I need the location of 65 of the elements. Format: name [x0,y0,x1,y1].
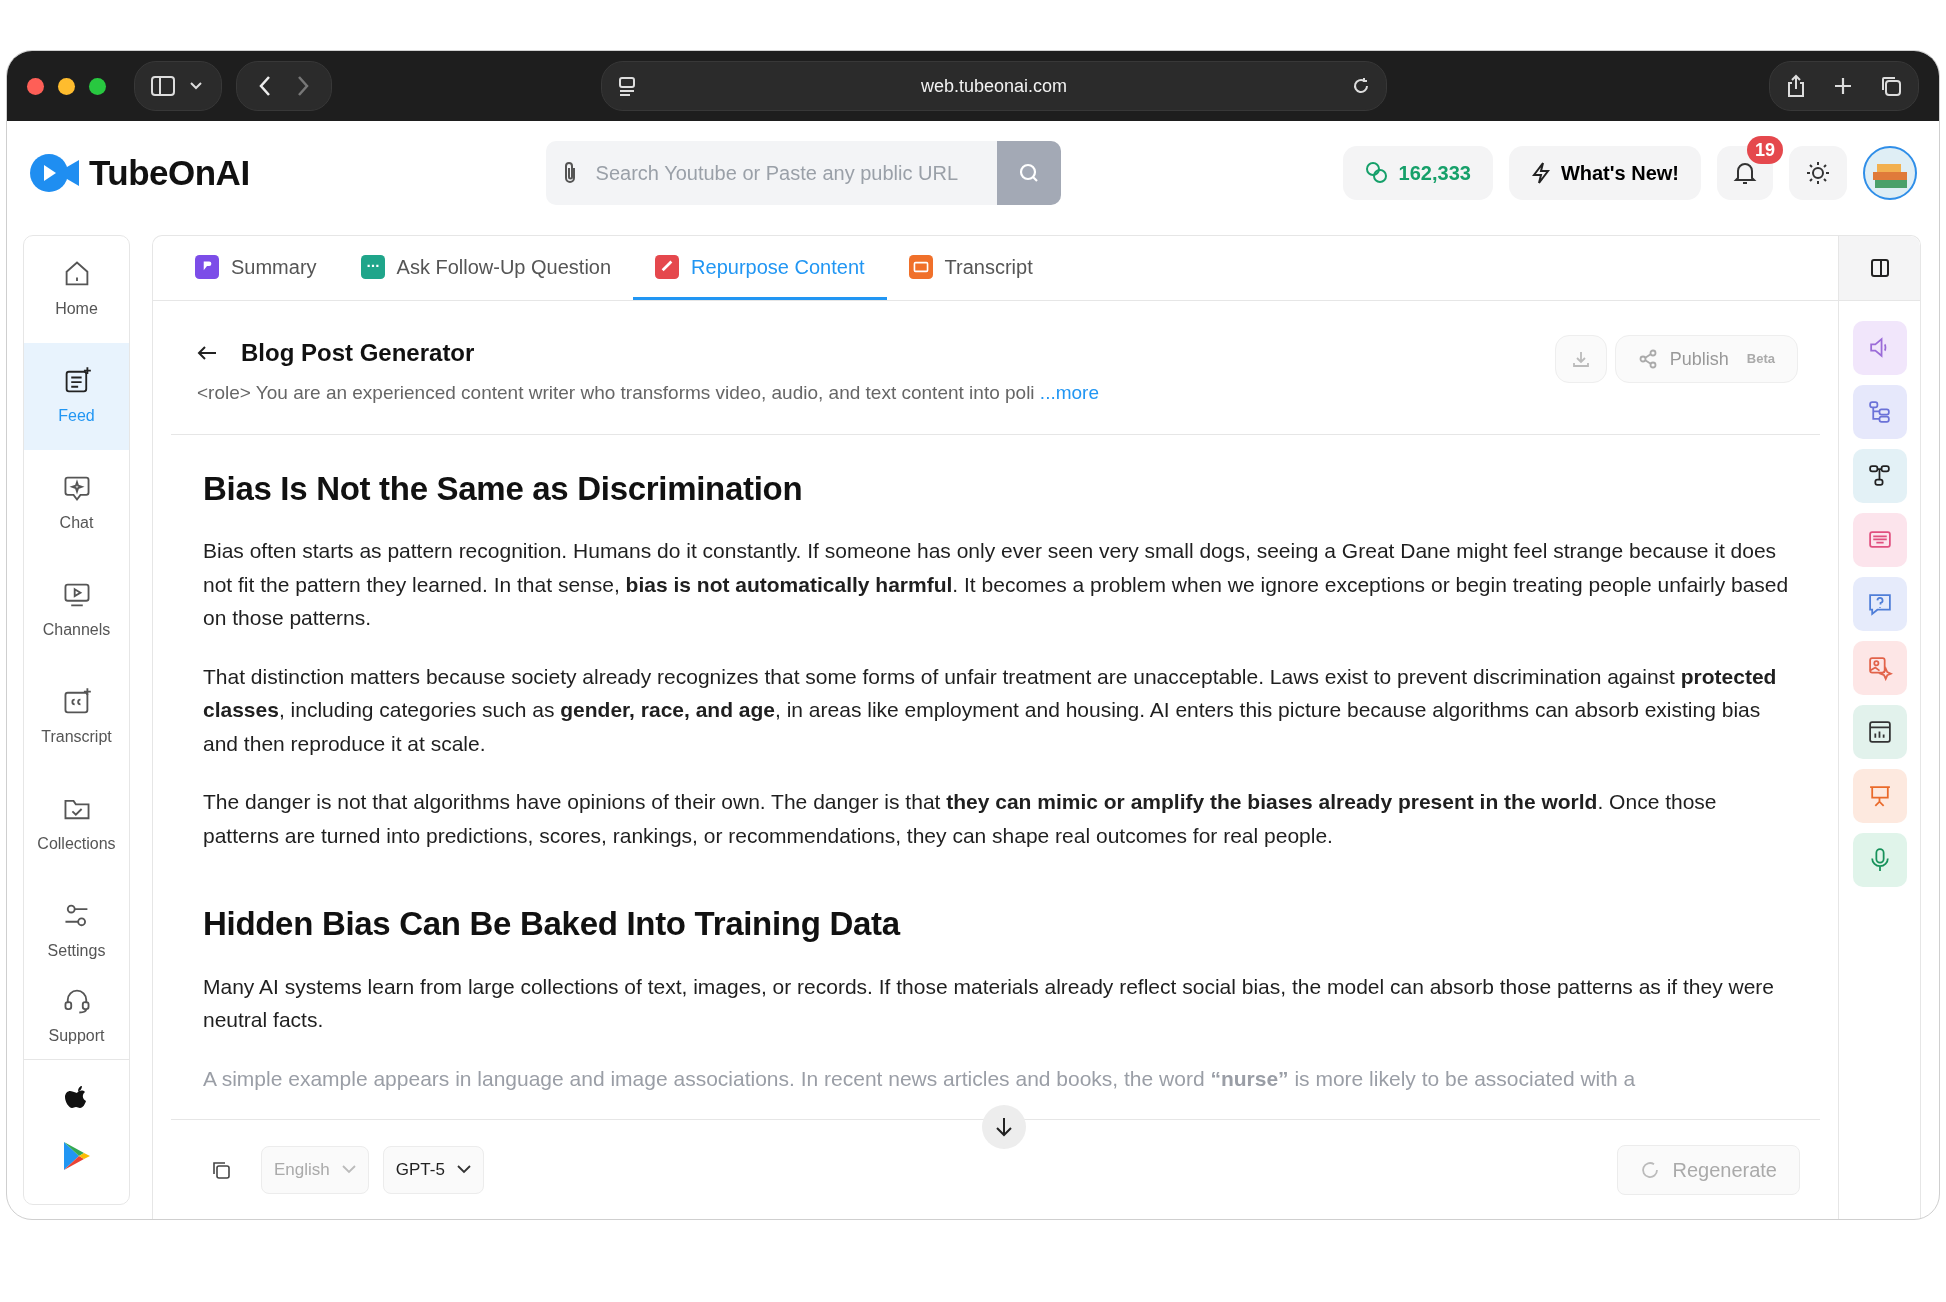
back-arrow-icon[interactable] [197,345,217,361]
chevron-down-icon [341,1165,356,1174]
sidebar-item[interactable]: Home [24,236,129,343]
chevron-down-icon[interactable] [189,81,203,91]
url-text[interactable]: web.tubeonai.com [920,72,1068,100]
refresh-icon [1640,1159,1661,1180]
whats-new-button[interactable]: What's New! [1508,146,1701,200]
search-bar[interactable]: Search Youtube or Paste any public URL [545,141,1061,205]
maximize-window-icon[interactable] [89,77,106,95]
tab[interactable]: Transcript [886,236,1055,300]
sidebar-item[interactable]: Settings [24,878,129,985]
panel-toggle-button[interactable] [1839,236,1920,301]
tool-button[interactable] [1852,705,1907,759]
panel-toggle-icon [1869,258,1890,278]
play-store-icon[interactable] [61,1140,92,1172]
dashboard-icon [1866,719,1893,745]
panel-title: Blog Post Generator [241,338,475,368]
share-icon[interactable] [1786,74,1806,98]
reload-icon[interactable] [1352,77,1370,95]
download-icon [1571,350,1590,368]
logo-text: TubeOnAI [89,151,250,194]
section-heading: Bias Is Not the Same as Discrimination [203,468,804,509]
arrow-down-icon [995,1116,1013,1138]
coins-icon [1364,161,1389,185]
share-icon [1637,349,1658,369]
flowchart-icon [1866,463,1893,489]
search-icon [1017,162,1040,184]
scroll-down-button[interactable] [982,1105,1026,1149]
sun-icon [1805,160,1831,186]
sidebar-toggle-icon[interactable] [151,76,175,96]
paragraph: That distinction matters because society already recognizes that some forms of unfair treatment are unacceptable. Laws exist to prevent discrimination against protected classes, including categories such as gender, race, and age, in areas like employment and housing. AI enters this picture because algorithms can absorb existing bias and then reproduce it at scale. [203,663,1778,757]
chevron-down-icon [456,1165,471,1174]
copy-icon[interactable] [211,1159,231,1180]
page-menu-icon[interactable] [618,76,636,96]
sidebar-item[interactable]: Channels [24,557,129,664]
tab[interactable]: Summary [173,236,339,300]
paragraph: Many AI systems learn from large collections of text, images, or records. If those materials already reflect social bias, the model can absorb those patterns as if they were neutral facts. [203,973,1776,1034]
avatar[interactable] [1863,146,1917,200]
sidebar-item[interactable]: Collections [24,771,129,878]
new-tab-icon[interactable] [1833,76,1853,96]
tabs-overview-icon[interactable] [1880,75,1902,97]
section-heading: Hidden Bias Can Be Baked Into Training Data [203,904,902,944]
search-field[interactable]: Search Youtube or Paste any public URL [593,157,997,189]
sidebar-item[interactable]: Support [24,985,129,1057]
bell-icon [1733,160,1757,186]
sidebar-item[interactable]: Chat [24,450,129,557]
model-select[interactable]: GPT-5 [382,1145,484,1194]
prompt-text: <role> You are an experienced content writer who transforms video, audio, and text content into poli [197,382,1035,403]
hierarchy-icon [1866,399,1893,425]
forward-icon[interactable] [296,75,310,97]
paragraph: Bias often starts as pattern recognition. Humans do it constantly. If someone has only ever seen very small dogs, seeing a Great Dane might feel strange because it does not fit the pattern they learned. In that sense, bias is not automatically harmful. It becomes a problem when we ignore exceptions or begin treating people unfairly based on those patterns. [203,538,1790,632]
lightning-icon [1530,161,1551,185]
faded-paragraph: A simple example appears in language and image associations. In recent news articles and books, the word “nurse” is more likely to be associated with a [203,1065,1637,1092]
paragraph: The danger is not that algorithms have opinions of their own. The danger is that they can mimic or amplify the biases already present in the world. Once those patterns are turned into predictions, scores, rankings, or recommendations, they can shape real outcomes for real people. [203,789,1718,849]
logo-icon [29,153,81,193]
back-icon[interactable] [258,75,272,97]
tool-button[interactable] [1852,449,1907,503]
close-window-icon[interactable] [27,77,44,95]
question-bubble-icon [1866,591,1893,617]
image-sparkle-icon [1866,655,1893,681]
theme-toggle-button[interactable] [1789,146,1847,200]
sidebar-item[interactable]: Transcript [24,664,129,771]
minimize-window-icon[interactable] [58,77,75,95]
tab[interactable]: Ask Follow-Up Question [338,236,634,300]
notification-count: 19 [1746,136,1783,164]
